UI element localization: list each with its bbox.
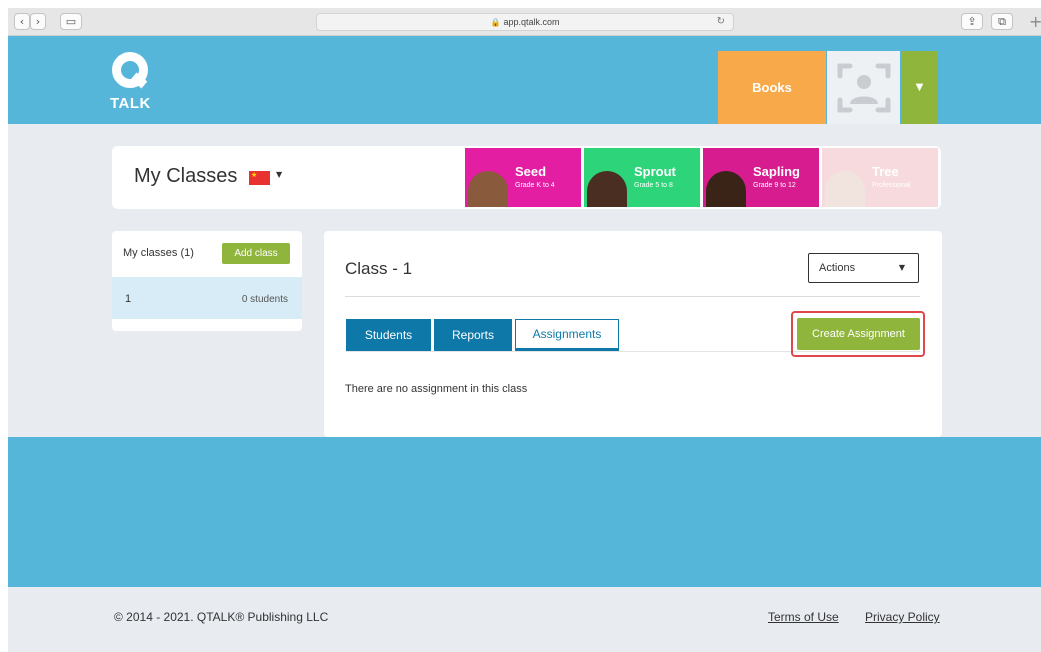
tab-assignments[interactable]: Assignments <box>515 319 619 351</box>
class-panel: Class - 1 Actions ▼ Students Reports Ass… <box>324 231 942 437</box>
level-seed[interactable]: Seed Grade K to 4 <box>465 148 581 207</box>
user-menu-dropdown[interactable]: ▼ <box>901 51 938 124</box>
level-name: Seed <box>515 164 547 179</box>
page-title: My Classes <box>134 165 238 187</box>
level-grade: Professional <box>872 182 911 189</box>
back-icon[interactable]: ‹ <box>14 13 30 30</box>
divider <box>345 296 920 297</box>
actions-label: Actions <box>819 262 856 274</box>
class-list-sidebar: My classes (1) Add class 1 0 students <box>112 231 302 331</box>
tab-reports[interactable]: Reports <box>434 319 512 351</box>
terms-link[interactable]: Terms of Use <box>768 610 839 624</box>
copyright-text: © 2014 - 2021. QTALK® Publishing LLC <box>114 610 329 624</box>
language-caret-icon[interactable]: ▼ <box>276 170 282 179</box>
student-photo <box>468 171 508 207</box>
level-sapling[interactable]: Sapling Grade 9 to 12 <box>703 148 819 207</box>
privacy-link[interactable]: Privacy Policy <box>865 610 940 624</box>
student-photo <box>587 171 627 207</box>
my-classes-bar: My Classes ★ ▼ Seed Grade K to 4 Sprout … <box>112 146 941 209</box>
footer: © 2014 - 2021. QTALK® Publishing LLC Ter… <box>8 587 1041 652</box>
caret-down-icon: ▼ <box>898 263 905 272</box>
page: ‹ › ▭ 🔒 app.qtalk.com ↻ ⇪ ⧉ + TALK Books <box>0 0 1041 652</box>
new-tab-icon[interactable]: + <box>1029 12 1041 31</box>
sidebar-header: My classes (1) Add class <box>112 231 302 277</box>
caret-down-icon: ▼ <box>915 82 924 93</box>
logo-text: TALK <box>110 95 151 112</box>
level-grade: Grade 9 to 12 <box>753 182 796 189</box>
logo-q-mark <box>110 50 152 94</box>
level-name: Sapling <box>753 164 800 179</box>
lock-icon: 🔒 <box>490 17 501 27</box>
china-flag-icon[interactable]: ★ <box>249 171 270 185</box>
student-photo <box>706 171 746 207</box>
sidebar-item-class-1[interactable]: 1 0 students <box>112 277 302 319</box>
books-button[interactable]: Books <box>718 51 826 124</box>
user-avatar-icon <box>837 63 890 112</box>
level-name: Tree <box>872 164 899 179</box>
address-bar[interactable]: 🔒 app.qtalk.com ↻ <box>316 13 734 31</box>
actions-dropdown[interactable]: Actions ▼ <box>808 253 919 283</box>
level-sprout[interactable]: Sprout Grade 5 to 8 <box>584 148 700 207</box>
empty-state-message: There are no assignment in this class <box>345 383 528 395</box>
blue-band <box>8 437 1041 587</box>
qtalk-logo[interactable]: TALK <box>110 50 170 114</box>
content-area: My Classes ★ ▼ Seed Grade K to 4 Sprout … <box>8 124 1041 437</box>
tabs-icon[interactable]: ⧉ <box>991 13 1013 30</box>
forward-icon[interactable]: › <box>30 13 46 30</box>
reload-icon[interactable]: ↻ <box>717 16 725 27</box>
tab-students[interactable]: Students <box>346 319 431 351</box>
share-icon[interactable]: ⇪ <box>961 13 983 30</box>
level-grade: Grade K to 4 <box>515 182 555 189</box>
level-grade: Grade 5 to 8 <box>634 182 673 189</box>
class-title: Class - 1 <box>345 259 413 278</box>
app-header: TALK Books ▼ <box>8 36 1041 124</box>
sidebar-toggle-icon[interactable]: ▭ <box>60 13 82 30</box>
level-tree[interactable]: Tree Professional <box>822 148 938 207</box>
level-name: Sprout <box>634 164 676 179</box>
browser-toolbar: ‹ › ▭ 🔒 app.qtalk.com ↻ ⇪ ⧉ + <box>8 8 1041 36</box>
class-name: 1 <box>125 293 132 305</box>
avatar[interactable] <box>827 51 900 124</box>
url-text: app.qtalk.com <box>503 17 560 27</box>
add-class-button[interactable]: Add class <box>222 243 290 264</box>
student-count: 0 students <box>241 294 288 305</box>
create-assignment-button[interactable]: Create Assignment <box>797 318 920 350</box>
class-count: My classes (1) <box>123 247 194 259</box>
student-photo <box>825 171 865 207</box>
